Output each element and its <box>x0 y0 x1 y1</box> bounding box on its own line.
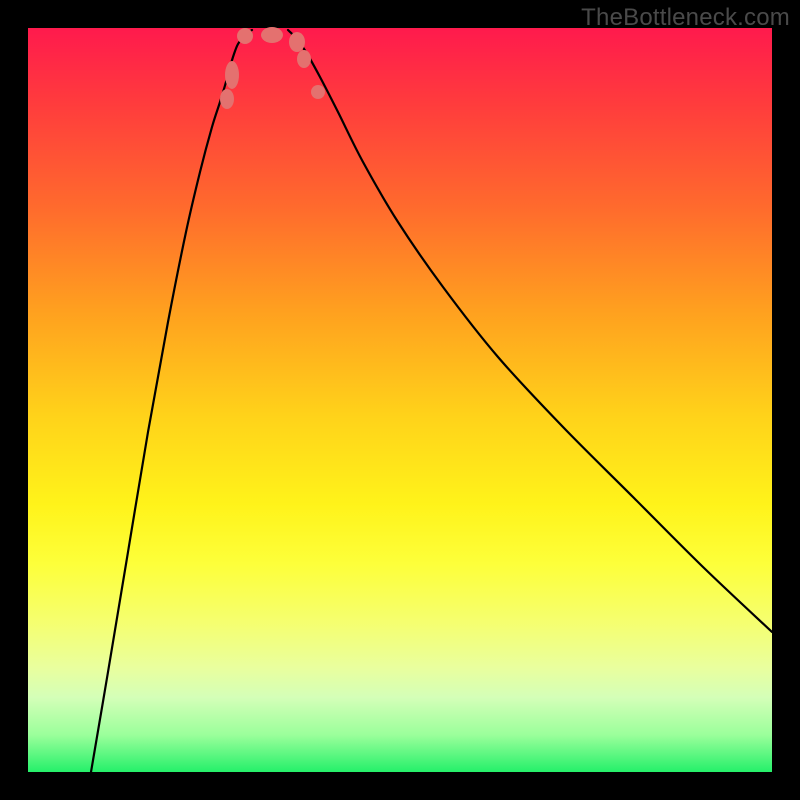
plot-area <box>28 28 772 772</box>
markers-group <box>220 27 325 109</box>
series-group <box>91 30 772 772</box>
marker-dot-1 <box>225 61 239 89</box>
marker-dot-3 <box>261 27 283 43</box>
marker-dot-2 <box>237 28 253 44</box>
marker-dot-0 <box>220 89 234 109</box>
marker-dot-4 <box>289 32 305 52</box>
marker-dot-5 <box>297 50 311 68</box>
chart-frame: TheBottleneck.com <box>0 0 800 800</box>
series-right-curve <box>288 30 772 632</box>
watermark-text: TheBottleneck.com <box>581 4 790 32</box>
chart-svg <box>28 28 772 772</box>
marker-dot-6 <box>311 85 325 99</box>
series-left-curve <box>91 30 252 772</box>
